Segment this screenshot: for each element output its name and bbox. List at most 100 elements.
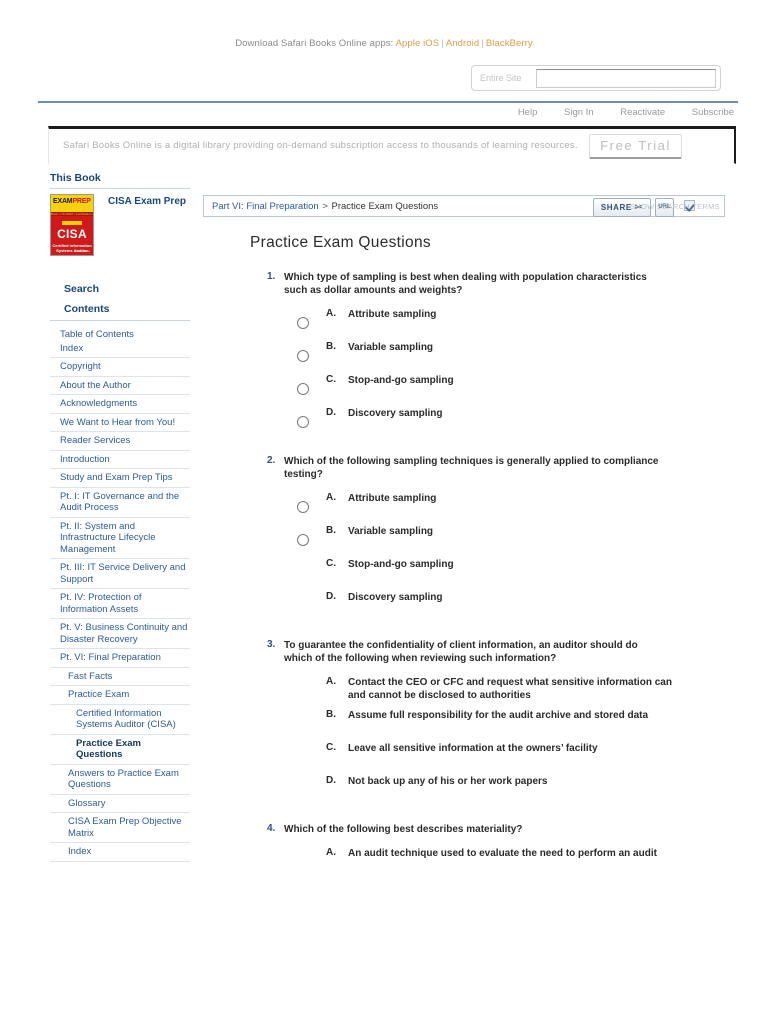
toc-item-part-5[interactable]: Pt. V: Business Continuity and Disaster … xyxy=(50,619,190,649)
option-radio[interactable] xyxy=(297,534,309,546)
toc-item-part-1[interactable]: Pt. I: IT Governance and the Audit Proce… xyxy=(50,488,190,518)
book-cover-brand: EXAMPREP xyxy=(53,198,91,205)
option-radio[interactable] xyxy=(297,416,309,428)
search-scope-label: Entire Site xyxy=(480,73,522,83)
option-text: Discovery sampling xyxy=(348,592,443,603)
toc-item-index[interactable]: Index xyxy=(50,342,190,358)
page-title: Practice Exam Questions xyxy=(250,234,431,251)
option-text: Assume full responsibility for the audit… xyxy=(348,710,649,721)
toc-item-certified-information-systems-auditor[interactable]: Certified Information Systems Auditor (C… xyxy=(50,705,190,735)
toc-item-we-want-to-hear-from-you[interactable]: We Want to Hear from You! xyxy=(50,414,190,432)
toc-item-answers-to-practice-exam-questions[interactable]: Answers to Practice Exam Questions xyxy=(50,765,190,795)
option-radio[interactable] xyxy=(297,317,309,329)
option-item[interactable]: A. An audit technique used to evaluate t… xyxy=(326,847,725,880)
option-text: Leave all sensitive information at the o… xyxy=(348,743,598,754)
option-radio[interactable] xyxy=(297,383,309,395)
book-title[interactable]: CISA Exam Prep xyxy=(108,196,186,208)
toc-item-practice-exam-questions[interactable]: Practice Exam Questions xyxy=(50,735,190,765)
free-trial-button[interactable]: Free Trial xyxy=(589,134,682,159)
sidebar-divider xyxy=(50,188,190,189)
option-letter: D. xyxy=(326,407,336,418)
sidebar-divider xyxy=(50,320,190,321)
toc-item-reader-services[interactable]: Reader Services xyxy=(50,432,190,451)
content-area: Part VI: Final Preparation > Practice Ex… xyxy=(203,195,725,884)
question-number: 2. xyxy=(267,455,276,466)
option-letter: B. xyxy=(326,709,336,720)
share-label: SHARE xyxy=(600,203,632,212)
question-text: Which type of sampling is best when deal… xyxy=(284,272,647,296)
nav-sign-in[interactable]: Sign In xyxy=(564,107,594,118)
book-cover-image[interactable]: EXAMPREP Book • CD-ROM • Certification •… xyxy=(50,194,94,256)
breadcrumb-separator: > xyxy=(322,201,328,212)
toc-item-practice-exam[interactable]: Practice Exam xyxy=(50,686,190,705)
option-list: A. Contact the CEO or CFC and request wh… xyxy=(326,676,725,808)
option-text: Stop-and-go sampling xyxy=(348,559,454,570)
option-item[interactable]: C. Stop-and-go sampling xyxy=(297,374,725,407)
promo-separator: | xyxy=(481,38,484,49)
toc-item-objective-matrix[interactable]: CISA Exam Prep Objective Matrix xyxy=(50,813,190,843)
question-number: 4. xyxy=(267,823,276,834)
option-item[interactable]: B. Assume full responsibility for the au… xyxy=(326,709,725,742)
toc-item-introduction[interactable]: Introduction xyxy=(50,451,190,469)
question-list: 1. Which type of sampling is best when d… xyxy=(203,271,725,880)
toc-item-part-4[interactable]: Pt. IV: Protection of Information Assets xyxy=(50,589,190,619)
sidebar-contents-link[interactable]: Contents xyxy=(50,300,190,320)
option-letter: D. xyxy=(326,591,336,602)
option-item[interactable]: B. Variable sampling xyxy=(297,525,725,558)
option-letter: A. xyxy=(326,492,336,503)
site-search: Entire Site xyxy=(471,65,721,91)
book-summary: EXAMPREP Book • CD-ROM • Certification •… xyxy=(50,194,190,280)
option-item[interactable]: A. Attribute sampling xyxy=(297,492,725,525)
option-letter: C. xyxy=(326,742,336,753)
nav-help[interactable]: Help xyxy=(518,107,538,118)
toc-item-part-3[interactable]: Pt. III: IT Service Delivery and Support xyxy=(50,559,190,589)
breadcrumb-toolbar: Part VI: Final Preparation > Practice Ex… xyxy=(203,195,725,217)
question-item: 4. Which of the following best describes… xyxy=(267,823,725,880)
toc-item-part-6[interactable]: Pt. VI: Final Preparation xyxy=(50,649,190,668)
option-letter: A. xyxy=(326,308,336,319)
sidebar: This Book EXAMPREP Book • CD-ROM • Certi… xyxy=(50,172,190,862)
nav-reactivate[interactable]: Reactivate xyxy=(620,107,665,118)
promo-link-android[interactable]: Android xyxy=(446,38,479,49)
option-item[interactable]: A. Contact the CEO or CFC and request wh… xyxy=(326,676,725,709)
toc-item-about-the-author[interactable]: About the Author xyxy=(50,377,190,395)
option-text: Stop-and-go sampling xyxy=(348,375,454,386)
option-item[interactable]: D. Discovery sampling xyxy=(297,407,725,440)
option-item[interactable]: C. Stop-and-go sampling xyxy=(326,558,725,591)
toc-item-study-and-exam-prep-tips[interactable]: Study and Exam Prep Tips xyxy=(50,469,190,488)
option-text: Variable sampling xyxy=(348,342,434,353)
option-text: Variable sampling xyxy=(348,526,434,537)
option-radio[interactable] xyxy=(297,501,309,513)
question-text: Which of the following best describes ma… xyxy=(284,824,523,835)
toc-item-copyright[interactable]: Copyright xyxy=(50,358,190,377)
option-letter: D. xyxy=(326,775,336,786)
promo-link-blackberry[interactable]: BlackBerry xyxy=(486,38,533,49)
promo-link-apple-ios[interactable]: Apple iOS xyxy=(396,38,440,49)
toc-item-glossary[interactable]: Glossary xyxy=(50,795,190,813)
option-item[interactable]: B. Variable sampling xyxy=(297,341,725,374)
toc-group: Table of Contents Index xyxy=(50,326,190,358)
option-radio[interactable] xyxy=(297,350,309,362)
sidebar-search-link[interactable]: Search xyxy=(50,280,190,300)
option-item[interactable]: D. Not back up any of his or her work pa… xyxy=(326,775,725,808)
question-item: 1. Which type of sampling is best when d… xyxy=(267,271,725,440)
question-number: 1. xyxy=(267,271,276,282)
option-item[interactable]: A. Attribute sampling xyxy=(297,308,725,341)
option-list: A. An audit technique used to evaluate t… xyxy=(326,847,725,880)
option-item[interactable]: D. Discovery sampling xyxy=(326,591,725,624)
toc-item-fast-facts[interactable]: Fast Facts xyxy=(50,668,190,686)
search-input[interactable] xyxy=(536,69,716,88)
toc-item-table-of-contents[interactable]: Table of Contents xyxy=(50,326,190,342)
toc-item-part-2[interactable]: Pt. II: System and Infrastructure Lifecy… xyxy=(50,518,190,559)
book-cover-banner: EXAMPREP xyxy=(51,195,93,212)
breadcrumb-part-link[interactable]: Part VI: Final Preparation xyxy=(212,201,319,212)
toc-item-acknowledgments[interactable]: Acknowledgments xyxy=(50,395,190,414)
option-item[interactable]: C. Leave all sensitive information at th… xyxy=(326,742,725,775)
nav-subscribe[interactable]: Subscribe xyxy=(692,107,734,118)
option-letter: A. xyxy=(326,676,336,687)
toc-item-index-bottom[interactable]: Index xyxy=(50,843,190,862)
question-item: 3. To guarantee the confidentiality of c… xyxy=(267,639,725,808)
option-letter: B. xyxy=(326,341,336,352)
